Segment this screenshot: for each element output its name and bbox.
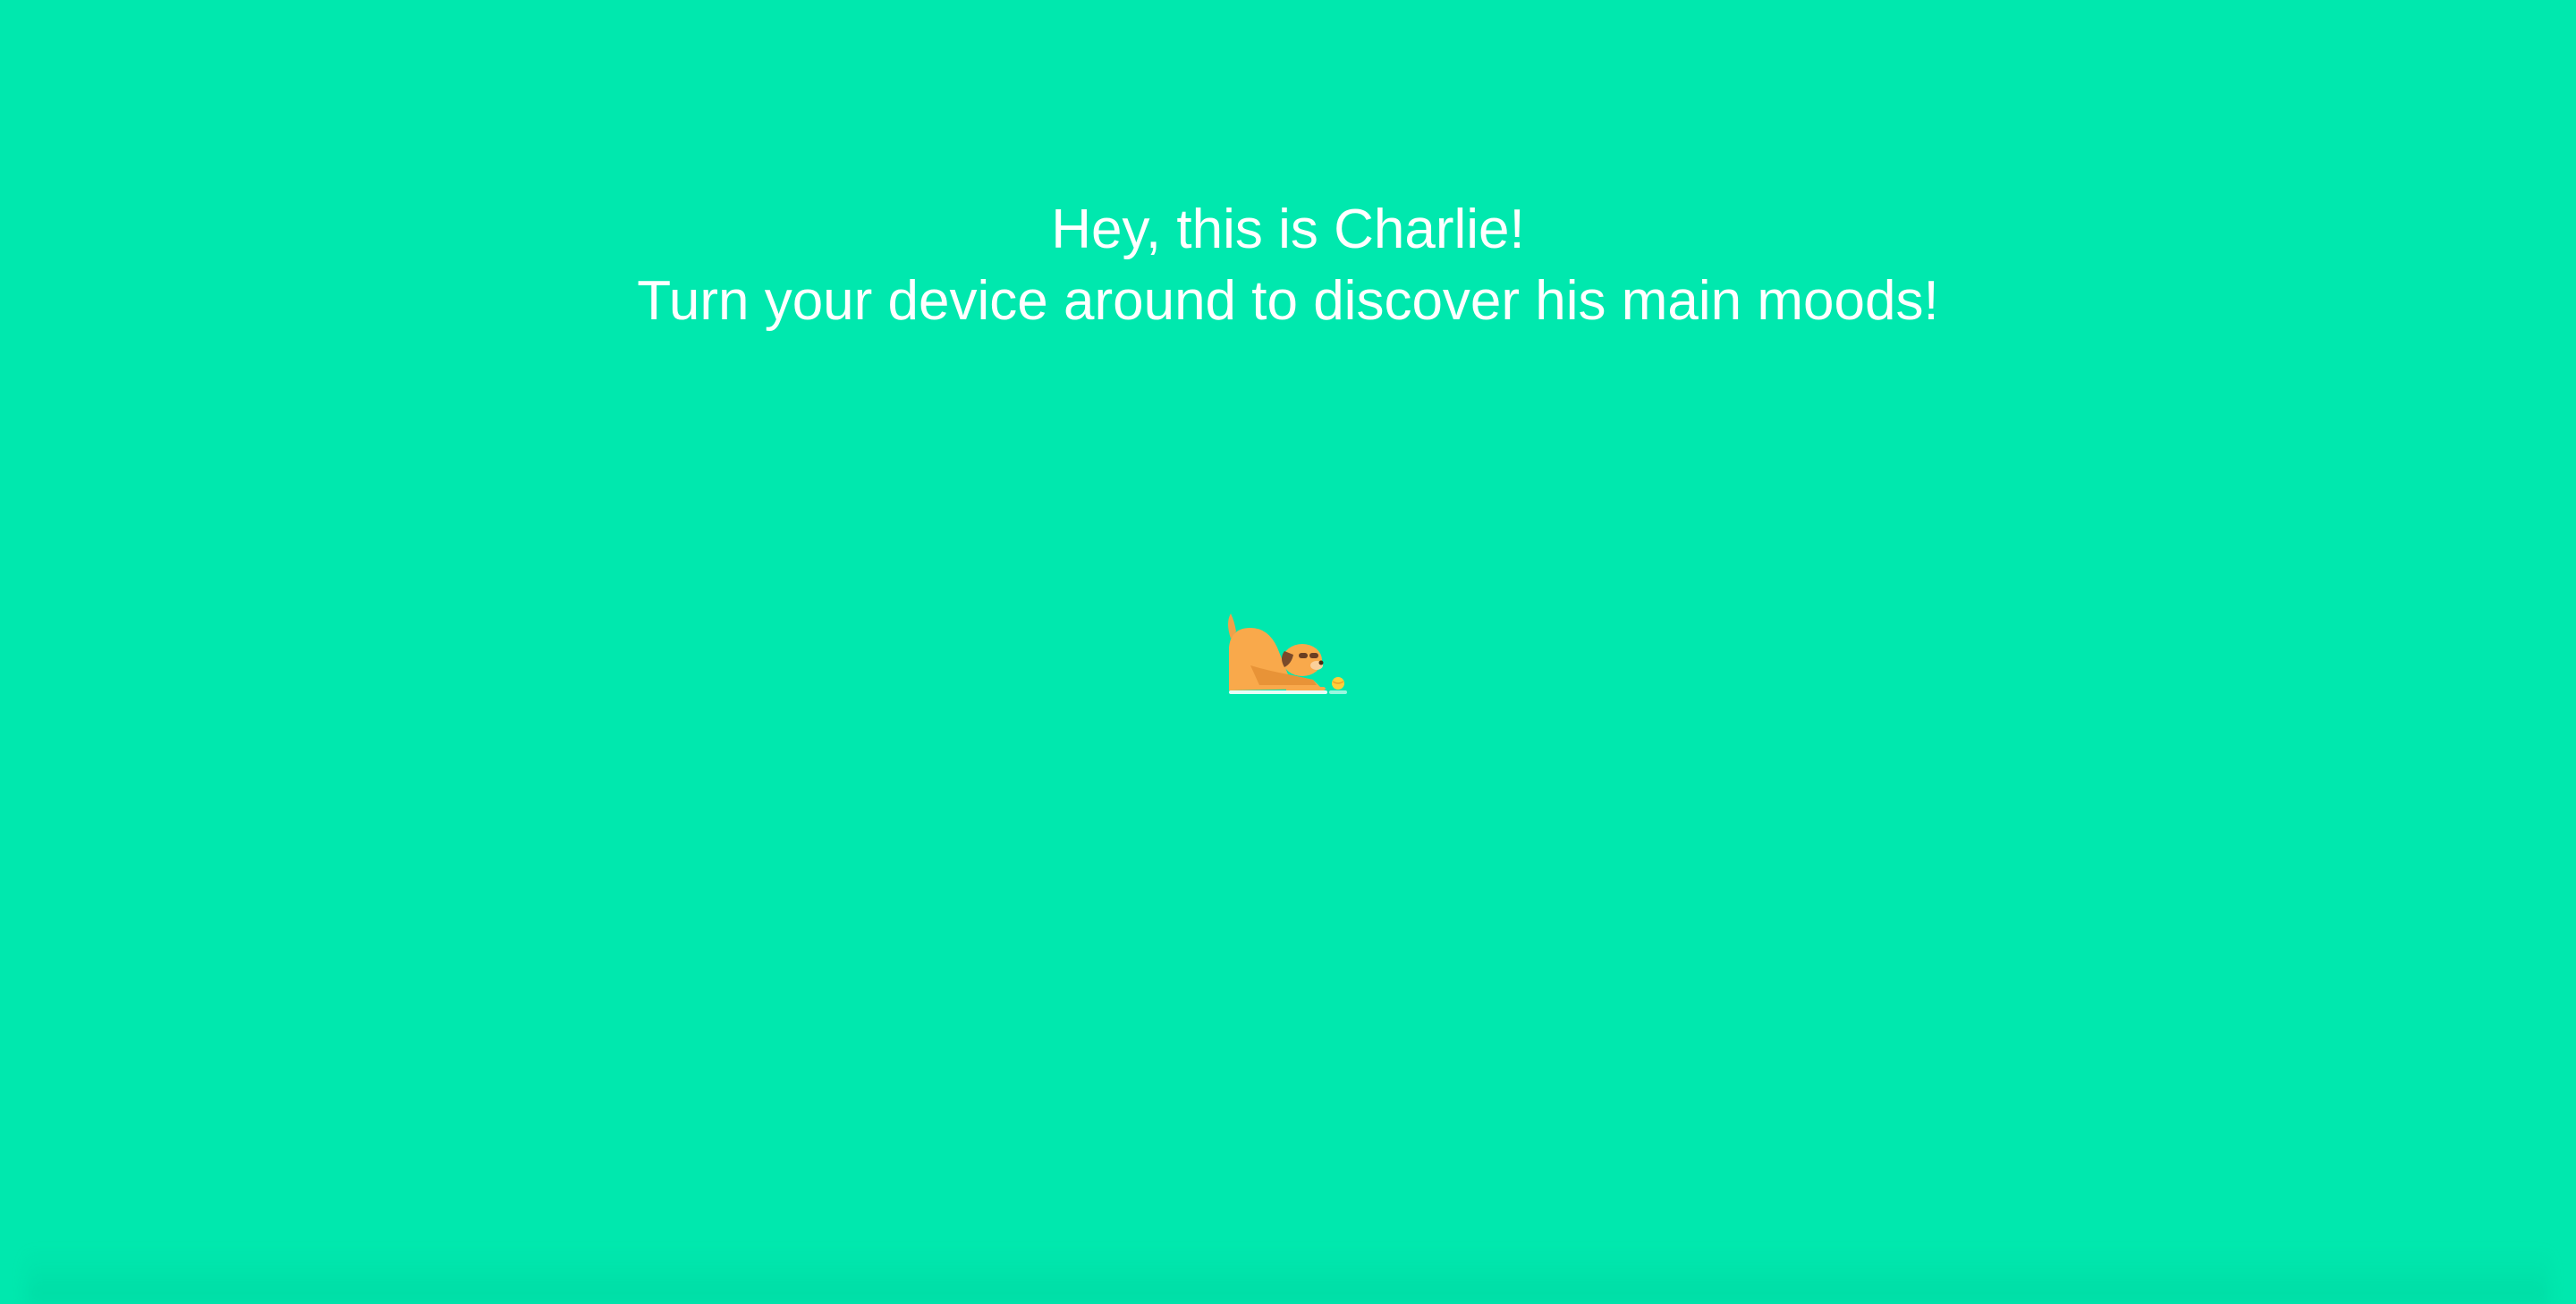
headline-greeting: Hey, this is Charlie! (1051, 198, 1525, 260)
page-headline: Hey, this is Charlie! Turn your device a… (0, 194, 2576, 337)
landing-page: Hey, this is Charlie! Turn your device a… (0, 0, 2576, 1304)
bottom-edge-shadow (27, 1250, 2549, 1304)
dog-playing-with-ball-icon (1224, 612, 1352, 698)
headline-instruction: Turn your device around to discover his … (637, 269, 1939, 332)
